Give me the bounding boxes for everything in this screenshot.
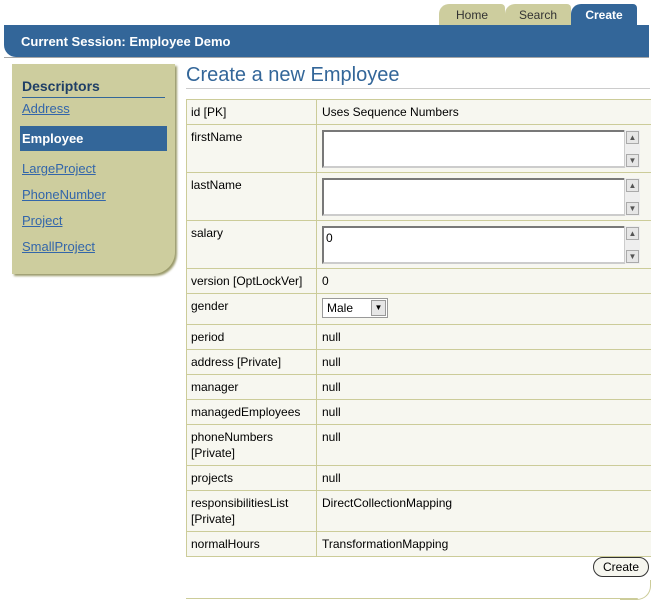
firstname-input[interactable]: [322, 130, 640, 168]
top-tabs: Home Search Create: [439, 4, 637, 26]
sidebar-divider: [22, 97, 165, 98]
field-label: gender: [187, 294, 317, 324]
form-row-lastname: lastName ▲ ▼: [187, 173, 651, 221]
field-value-cell: 0 ▲ ▼: [318, 221, 651, 268]
field-label: phoneNumbers [Private]: [187, 425, 317, 465]
field-value: null: [322, 430, 341, 444]
gender-select[interactable]: Male ▼: [322, 298, 388, 318]
field-label: address [Private]: [187, 350, 317, 374]
field-value: TransformationMapping: [322, 537, 449, 551]
gender-select-value: Male: [327, 301, 354, 315]
field-label: normalHours: [187, 532, 317, 556]
sidebar-item-employee[interactable]: Employee: [20, 126, 167, 151]
form-row-phonenumbers: phoneNumbers [Private] null: [187, 425, 651, 466]
form-row-responsibilities: responsibilitiesList [Private] DirectCol…: [187, 491, 651, 532]
footer-curve: [620, 580, 651, 600]
sidebar-item-phonenumber[interactable]: PhoneNumber: [22, 187, 106, 202]
lastname-input[interactable]: [322, 178, 640, 216]
field-label: projects: [187, 466, 317, 490]
field-value: null: [322, 405, 341, 419]
form-row-address: address [Private] null: [187, 350, 651, 375]
sidebar-item-project[interactable]: Project: [22, 213, 62, 228]
field-label: manager: [187, 375, 317, 399]
field-label: responsibilitiesList [Private]: [187, 491, 317, 531]
chevron-down-icon[interactable]: ▼: [371, 300, 386, 316]
field-value: null: [322, 355, 341, 369]
form-row-id: id [PK] Uses Sequence Numbers: [187, 100, 651, 125]
page-title-divider: [186, 88, 650, 89]
field-value: Uses Sequence Numbers: [322, 105, 459, 119]
field-value: 0: [322, 274, 329, 288]
form-row-projects: projects null: [187, 466, 651, 491]
field-label: id [PK]: [187, 100, 317, 124]
employee-form: id [PK] Uses Sequence Numbers firstName …: [186, 99, 651, 557]
salary-input[interactable]: 0: [322, 226, 640, 264]
tab-create[interactable]: Create: [571, 4, 637, 26]
sidebar-item-address[interactable]: Address: [22, 101, 70, 116]
create-button[interactable]: Create: [593, 557, 649, 577]
field-label: managedEmployees: [187, 400, 317, 424]
field-label: firstName: [187, 125, 317, 172]
session-header: Current Session: Employee Demo: [4, 25, 649, 57]
tab-search[interactable]: Search: [505, 4, 571, 26]
form-row-firstname: firstName ▲ ▼: [187, 125, 651, 173]
sidebar-item-largeproject[interactable]: LargeProject: [22, 161, 96, 176]
field-value: DirectCollectionMapping: [322, 496, 453, 510]
field-label: salary: [187, 221, 317, 268]
sidebar-title: Descriptors: [22, 78, 100, 94]
session-title: Current Session: Employee Demo: [21, 34, 231, 49]
field-value-cell: ▲ ▼: [318, 173, 651, 220]
form-row-gender: gender Male ▼: [187, 294, 651, 325]
page-title: Create a new Employee: [186, 64, 400, 86]
form-row-managedemployees: managedEmployees null: [187, 400, 651, 425]
form-row-normalhours: normalHours TransformationMapping: [187, 532, 651, 556]
field-value-cell: Male ▼: [318, 294, 651, 324]
sidebar: Descriptors Address Employee LargeProjec…: [12, 64, 175, 274]
form-row-manager: manager null: [187, 375, 651, 400]
field-value: null: [322, 380, 341, 394]
form-row-period: period null: [187, 325, 651, 350]
field-label: period: [187, 325, 317, 349]
field-value-cell: ▲ ▼: [318, 125, 651, 172]
sidebar-item-smallproject[interactable]: SmallProject: [22, 239, 95, 254]
form-row-version: version [OptLockVer] 0: [187, 269, 651, 294]
tab-home[interactable]: Home: [439, 4, 505, 26]
field-value: null: [322, 330, 341, 344]
field-value: null: [322, 471, 341, 485]
footer-divider: [186, 598, 638, 599]
field-label: version [OptLockVer]: [187, 269, 317, 293]
form-row-salary: salary 0 ▲ ▼: [187, 221, 651, 269]
header-divider: [4, 57, 649, 58]
field-label: lastName: [187, 173, 317, 220]
